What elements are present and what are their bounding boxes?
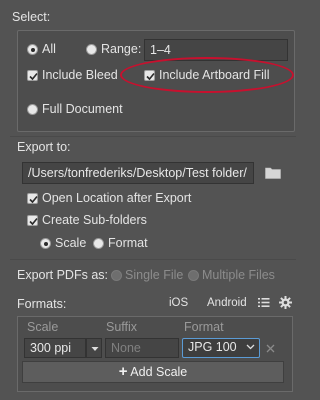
suffix-column-header: Suffix bbox=[106, 320, 138, 334]
scale-dropdown-button[interactable] bbox=[86, 338, 102, 358]
add-scale-button[interactable]: + Add Scale bbox=[22, 361, 284, 383]
plus-icon: + bbox=[118, 363, 128, 380]
export-to-heading: Export to: bbox=[17, 140, 71, 154]
ios-preset-button[interactable]: iOS bbox=[169, 297, 188, 309]
format-radio-label[interactable]: Format bbox=[108, 236, 148, 250]
single-file-radio[interactable] bbox=[111, 270, 122, 281]
full-document-radio[interactable] bbox=[27, 104, 38, 115]
create-subfolders-checkbox[interactable] bbox=[27, 215, 38, 226]
android-preset-button[interactable]: Android bbox=[207, 297, 247, 309]
export-pdfs-heading: Export PDFs as: bbox=[17, 268, 108, 282]
list-icon[interactable] bbox=[258, 297, 270, 311]
gear-icon[interactable] bbox=[279, 296, 292, 312]
multiple-files-label[interactable]: Multiple Files bbox=[202, 268, 275, 282]
chevron-down-icon bbox=[246, 344, 255, 350]
checkmark-icon bbox=[29, 217, 38, 226]
open-location-label[interactable]: Open Location after Export bbox=[42, 191, 191, 205]
checkmark-icon bbox=[29, 72, 38, 81]
close-icon[interactable] bbox=[266, 342, 275, 356]
scale-select[interactable]: 300 ppi bbox=[24, 338, 86, 358]
divider bbox=[10, 136, 296, 137]
chevron-down-icon bbox=[91, 347, 99, 351]
add-scale-label: Add Scale bbox=[130, 365, 188, 379]
range-radio[interactable] bbox=[86, 44, 97, 55]
multiple-files-radio[interactable] bbox=[188, 270, 199, 281]
export-path-input[interactable]: /Users/tonfrederiks/Desktop/Test folder/ bbox=[22, 162, 254, 184]
scale-radio[interactable] bbox=[40, 238, 51, 249]
folder-icon[interactable] bbox=[265, 166, 281, 182]
suffix-input[interactable]: None bbox=[105, 338, 179, 358]
scale-column-header: Scale bbox=[27, 320, 59, 334]
single-file-label[interactable]: Single File bbox=[125, 268, 183, 282]
select-heading: Select: bbox=[12, 10, 51, 24]
all-label[interactable]: All bbox=[42, 42, 56, 56]
create-subfolders-label[interactable]: Create Sub-folders bbox=[42, 213, 147, 227]
open-location-checkbox[interactable] bbox=[27, 193, 38, 204]
all-radio[interactable] bbox=[27, 44, 38, 55]
include-bleed-label[interactable]: Include Bleed bbox=[42, 68, 118, 82]
format-select[interactable]: JPG 100 bbox=[182, 338, 260, 358]
range-label[interactable]: Range: bbox=[101, 42, 141, 56]
divider bbox=[10, 259, 296, 260]
highlight-ellipse bbox=[120, 57, 294, 93]
scale-radio-label[interactable]: Scale bbox=[55, 236, 86, 250]
formats-heading: Formats: bbox=[17, 297, 67, 311]
format-column-header: Format bbox=[184, 320, 224, 334]
format-radio[interactable] bbox=[93, 238, 104, 249]
full-document-label[interactable]: Full Document bbox=[42, 102, 123, 116]
include-bleed-checkbox[interactable] bbox=[27, 70, 38, 81]
checkmark-icon bbox=[29, 195, 38, 204]
format-select-value: JPG 100 bbox=[188, 340, 237, 354]
